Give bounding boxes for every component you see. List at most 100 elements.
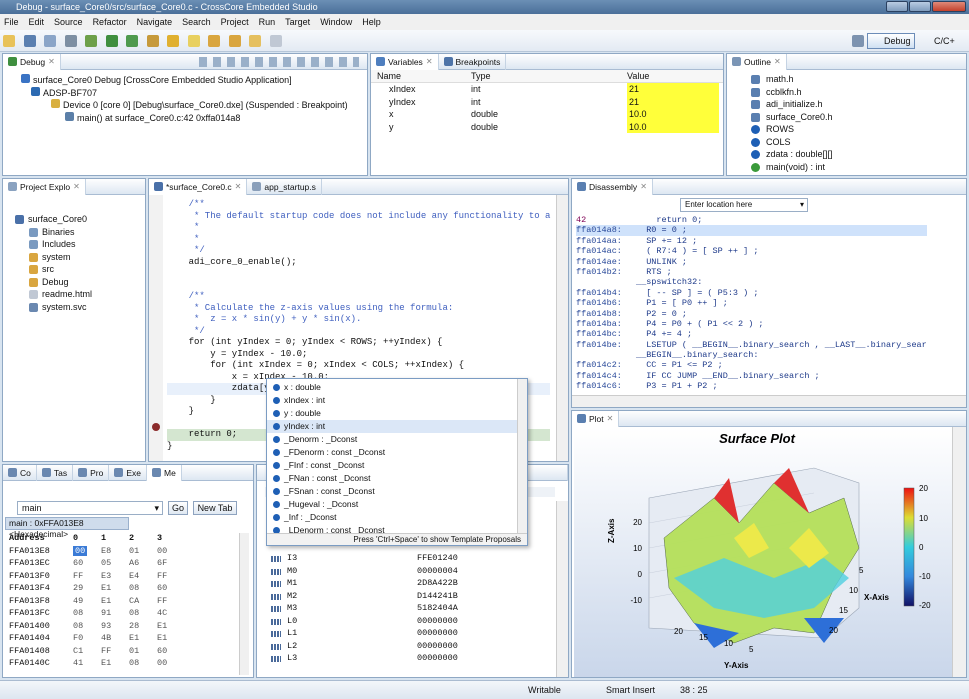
chevron-down-icon[interactable]: ▾ — [154, 502, 159, 514]
debug-tree-item[interactable]: surface_Core0 Debug [CrossCore Embedded … — [21, 74, 367, 87]
tab-variables[interactable]: Variables ✕ — [371, 54, 439, 70]
close-icon[interactable]: ✕ — [774, 54, 781, 70]
menu-search[interactable]: Search — [182, 14, 211, 30]
tab-breakpoints[interactable]: Breakpoints — [439, 54, 507, 70]
tab-surface-core0[interactable]: *surface_Core0.c ✕ — [149, 179, 248, 195]
menu-project[interactable]: Project — [221, 14, 249, 30]
variables-column-header[interactable]: Type — [471, 71, 491, 81]
registers-scrollbar[interactable] — [556, 501, 568, 677]
minimize-button[interactable] — [886, 1, 908, 12]
memory-panel-tab[interactable]: Co — [3, 465, 37, 481]
tab-debug[interactable]: Debug ✕ — [3, 54, 61, 70]
save-all-icon[interactable] — [44, 35, 57, 47]
disassembly-line[interactable]: ffa014c2: CC = P1 <= P2 ; — [576, 360, 927, 370]
project-tree-item[interactable]: readme.html — [11, 288, 145, 301]
close-icon[interactable]: ✕ — [640, 179, 647, 195]
disassembly-line[interactable]: ffa014aa: SP += 12 ; — [576, 236, 927, 246]
memory-panel-tab[interactable]: Me — [147, 465, 182, 481]
close-icon[interactable]: ✕ — [48, 54, 55, 70]
content-assist-item[interactable]: _Inf : _Dconst — [267, 511, 527, 524]
annotation-icon[interactable] — [187, 35, 200, 47]
disassembly-line[interactable]: 42 return 0; — [576, 215, 927, 225]
editor-scrollbar[interactable] — [556, 195, 568, 461]
content-assist-item[interactable]: yIndex : int — [267, 420, 527, 433]
disassembly-line[interactable]: ffa014b4: [ -- SP ] = ( P5:3 ) ; — [576, 288, 927, 298]
outline-item[interactable]: ROWS — [751, 123, 966, 136]
content-assist-item[interactable]: xIndex : int — [267, 394, 527, 407]
content-assist-item[interactable]: _FSnan : const _Dconst — [267, 485, 527, 498]
register-row[interactable]: L1 00000000 — [271, 628, 541, 641]
project-tree-item[interactable]: Debug — [11, 276, 145, 289]
breakpoint-icon[interactable] — [152, 423, 160, 431]
menu-file[interactable]: File — [4, 14, 19, 30]
disassembly-line[interactable]: ffa014b2: RTS ; — [576, 267, 927, 277]
debug-toolbar[interactable] — [199, 57, 359, 67]
next-annotation-icon[interactable] — [208, 35, 221, 47]
project-tree-item[interactable]: system.svc — [11, 301, 145, 314]
disassembly-line[interactable]: ffa014c6: P3 = P1 + P2 ; — [576, 381, 927, 391]
debug-perspective-button[interactable]: Debug — [867, 33, 915, 49]
outline-item[interactable]: surface_Core0.h — [751, 111, 966, 124]
memory-expression-input[interactable]: main ▾ — [17, 501, 163, 515]
menu-refactor[interactable]: Refactor — [93, 14, 127, 30]
content-assist-item[interactable]: x : double — [267, 381, 527, 394]
variable-row[interactable]: y double 10.0 — [371, 120, 723, 133]
go-button[interactable]: Go — [168, 501, 188, 515]
project-tree-item[interactable]: system — [11, 251, 145, 264]
variable-row[interactable]: x double 10.0 — [371, 108, 723, 121]
content-assist-item[interactable]: _Denorm : _Dconst — [267, 433, 527, 446]
plot-vscroll[interactable] — [952, 427, 966, 677]
new-tab-button[interactable]: New Tab — [193, 501, 237, 515]
project-tree-item[interactable]: src — [11, 263, 145, 276]
menu-window[interactable]: Window — [320, 14, 352, 30]
disassembly-line[interactable]: __spswitch32: — [576, 277, 927, 287]
disassembly-line[interactable]: ffa014ac: ( R7:4 ) = [ SP ++ ] ; — [576, 246, 927, 256]
debug-tree-item[interactable]: main() at surface_Core0.c:42 0xffa014a8 — [21, 111, 367, 125]
open-perspective-icon[interactable] — [852, 35, 864, 47]
register-row[interactable]: L3 00000000 — [271, 653, 541, 666]
build-icon[interactable] — [85, 35, 98, 47]
tab-disassembly[interactable]: Disassembly ✕ — [572, 179, 653, 195]
disassembly-line[interactable]: __BEGIN__.binary_search: — [576, 350, 927, 360]
register-row[interactable]: M2 D144241B — [271, 591, 541, 604]
disassembly-line[interactable]: ffa014a8: R0 = 0 ; — [576, 225, 927, 236]
tab-outline[interactable]: Outline ✕ — [727, 54, 787, 70]
debug-tree-item[interactable]: Device 0 [core 0] [Debug\surface_Core0.d… — [21, 99, 367, 112]
register-row[interactable]: L0 00000000 — [271, 616, 541, 629]
variable-row[interactable]: xIndex int 21 — [371, 83, 723, 96]
outline-item[interactable]: math.h — [751, 73, 966, 86]
outline-item[interactable]: main(void) : int — [751, 161, 966, 174]
content-assist-item[interactable]: _FNan : const _Dconst — [267, 472, 527, 485]
memory-scrollbar[interactable] — [239, 533, 249, 675]
menu-navigate[interactable]: Navigate — [137, 14, 173, 30]
prev-annotation-icon[interactable] — [228, 35, 241, 47]
disassembly-line[interactable]: ffa014c4: IF CC JUMP __END__.binary_sear… — [576, 371, 927, 381]
print-icon[interactable] — [64, 35, 77, 47]
menu-source[interactable]: Source — [54, 14, 83, 30]
menu-edit[interactable]: Edit — [29, 14, 45, 30]
disassembly-line[interactable]: ffa014be: LSETUP ( __BEGIN__.binary_sear… — [576, 340, 927, 350]
project-tree-item[interactable]: surface_Core0 — [11, 213, 145, 226]
close-icon[interactable]: ✕ — [607, 411, 614, 427]
memory-panel-tab[interactable]: Tas — [37, 465, 74, 481]
tab-plot[interactable]: Plot ✕ — [572, 411, 620, 427]
debug-tree-item[interactable]: ADSP-BF707 — [21, 86, 367, 100]
register-row[interactable]: M3 5182404A — [271, 603, 541, 616]
project-tree-item[interactable]: Binaries — [11, 226, 145, 239]
debug-icon[interactable] — [105, 35, 118, 47]
location-input[interactable]: Enter location here ▾ — [680, 198, 808, 212]
close-icon[interactable]: ✕ — [73, 179, 80, 195]
content-assist-item[interactable]: _FDenorm : const _Dconst — [267, 446, 527, 459]
memory-rendering-tab[interactable]: main : 0xFFA013E8 <Hexadecimal> — [5, 517, 129, 539]
memory-panel-tab[interactable]: Pro — [73, 465, 110, 481]
variables-column-header[interactable]: Value — [627, 71, 649, 81]
register-row[interactable]: L2 00000000 — [271, 641, 541, 654]
tab-project-explorer[interactable]: Project Explo ✕ — [3, 179, 86, 195]
content-assist-scrollbar[interactable] — [517, 379, 527, 533]
save-icon[interactable] — [23, 35, 36, 47]
chevron-down-icon[interactable]: ▾ — [800, 199, 804, 211]
close-icon[interactable]: ✕ — [235, 179, 242, 195]
disassembly-line[interactable]: ffa014bc: P4 += 4 ; — [576, 329, 927, 339]
run-icon[interactable] — [126, 35, 139, 47]
disassembly-line[interactable]: ffa014b6: P1 = [ P0 ++ ] ; — [576, 298, 927, 308]
